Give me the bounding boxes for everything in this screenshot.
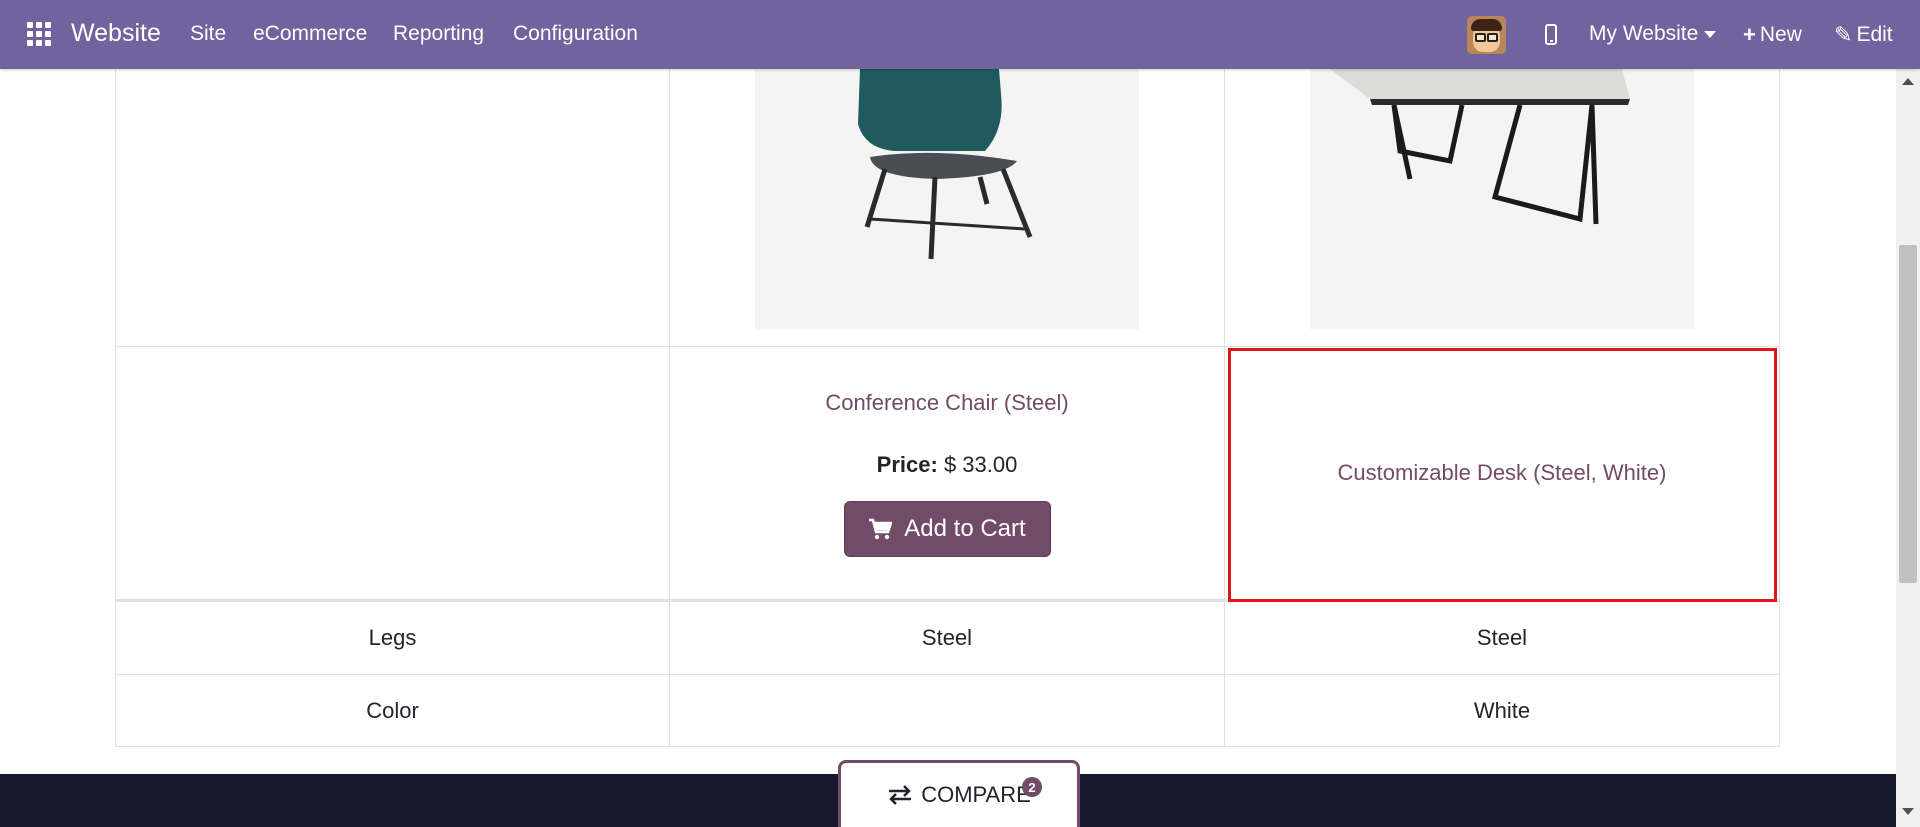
shopping-cart-icon xyxy=(869,518,893,539)
menu-ecommerce[interactable]: eCommerce xyxy=(253,22,367,46)
menu-site[interactable]: Site xyxy=(190,22,226,46)
add-to-cart-label: Add to Cart xyxy=(904,514,1026,542)
attribute-value: White xyxy=(1225,675,1780,747)
attribute-value: Steel xyxy=(1225,602,1780,675)
product-image-chair[interactable] xyxy=(755,69,1139,329)
attribute-value xyxy=(670,675,1225,747)
edit-button[interactable]: ✎ Edit xyxy=(1834,22,1893,48)
new-label: New xyxy=(1759,23,1802,46)
product-cell-chair: Conference Chair (Steel) Price: $ 33.00 … xyxy=(670,347,1225,602)
compare-button[interactable]: COMPARE 2 xyxy=(838,760,1080,827)
scroll-down-arrow-icon[interactable] xyxy=(1902,808,1914,815)
my-website-dropdown[interactable]: My Website xyxy=(1589,22,1717,46)
attribute-label: Color xyxy=(115,675,670,747)
product-cell-desk: Customizable Desk (Steel, White) xyxy=(1225,347,1780,602)
attribute-value: Steel xyxy=(670,602,1225,675)
menu-reporting[interactable]: Reporting xyxy=(393,22,484,46)
mobile-preview-icon[interactable] xyxy=(1545,24,1557,45)
empty-cell xyxy=(115,69,670,347)
new-button[interactable]: + New xyxy=(1743,22,1802,48)
apps-grid-icon[interactable] xyxy=(27,22,51,46)
scrollbar-thumb[interactable] xyxy=(1899,245,1917,583)
product-image-cell xyxy=(1225,69,1780,347)
product-image-cell xyxy=(670,69,1225,347)
menu-configuration[interactable]: Configuration xyxy=(513,22,638,46)
top-navbar: Website Site eCommerce Reporting Configu… xyxy=(0,0,1920,69)
edit-label: Edit xyxy=(1856,23,1893,46)
price-value: $ 33.00 xyxy=(943,451,1018,477)
user-avatar[interactable] xyxy=(1467,16,1506,54)
compare-label: COMPARE xyxy=(921,782,1031,807)
empty-cell xyxy=(115,347,670,602)
plus-icon: + xyxy=(1743,22,1756,47)
compare-count-badge: 2 xyxy=(1022,777,1042,797)
scroll-up-arrow-icon[interactable] xyxy=(1902,78,1914,85)
pencil-icon: ✎ xyxy=(1834,22,1853,47)
chevron-down-icon xyxy=(1704,30,1717,38)
price-label: Price: xyxy=(876,451,938,477)
product-image-desk[interactable] xyxy=(1310,69,1694,329)
exchange-icon xyxy=(889,785,912,805)
add-to-cart-button[interactable]: Add to Cart xyxy=(843,500,1051,557)
product-link-chair[interactable]: Conference Chair (Steel) xyxy=(825,390,1068,416)
my-website-label: My Website xyxy=(1589,22,1699,45)
attribute-label: Legs xyxy=(115,602,670,675)
product-link-desk[interactable]: Customizable Desk (Steel, White) xyxy=(1338,460,1667,486)
product-price: Price: $ 33.00 xyxy=(877,452,1018,478)
app-brand[interactable]: Website xyxy=(71,19,161,48)
